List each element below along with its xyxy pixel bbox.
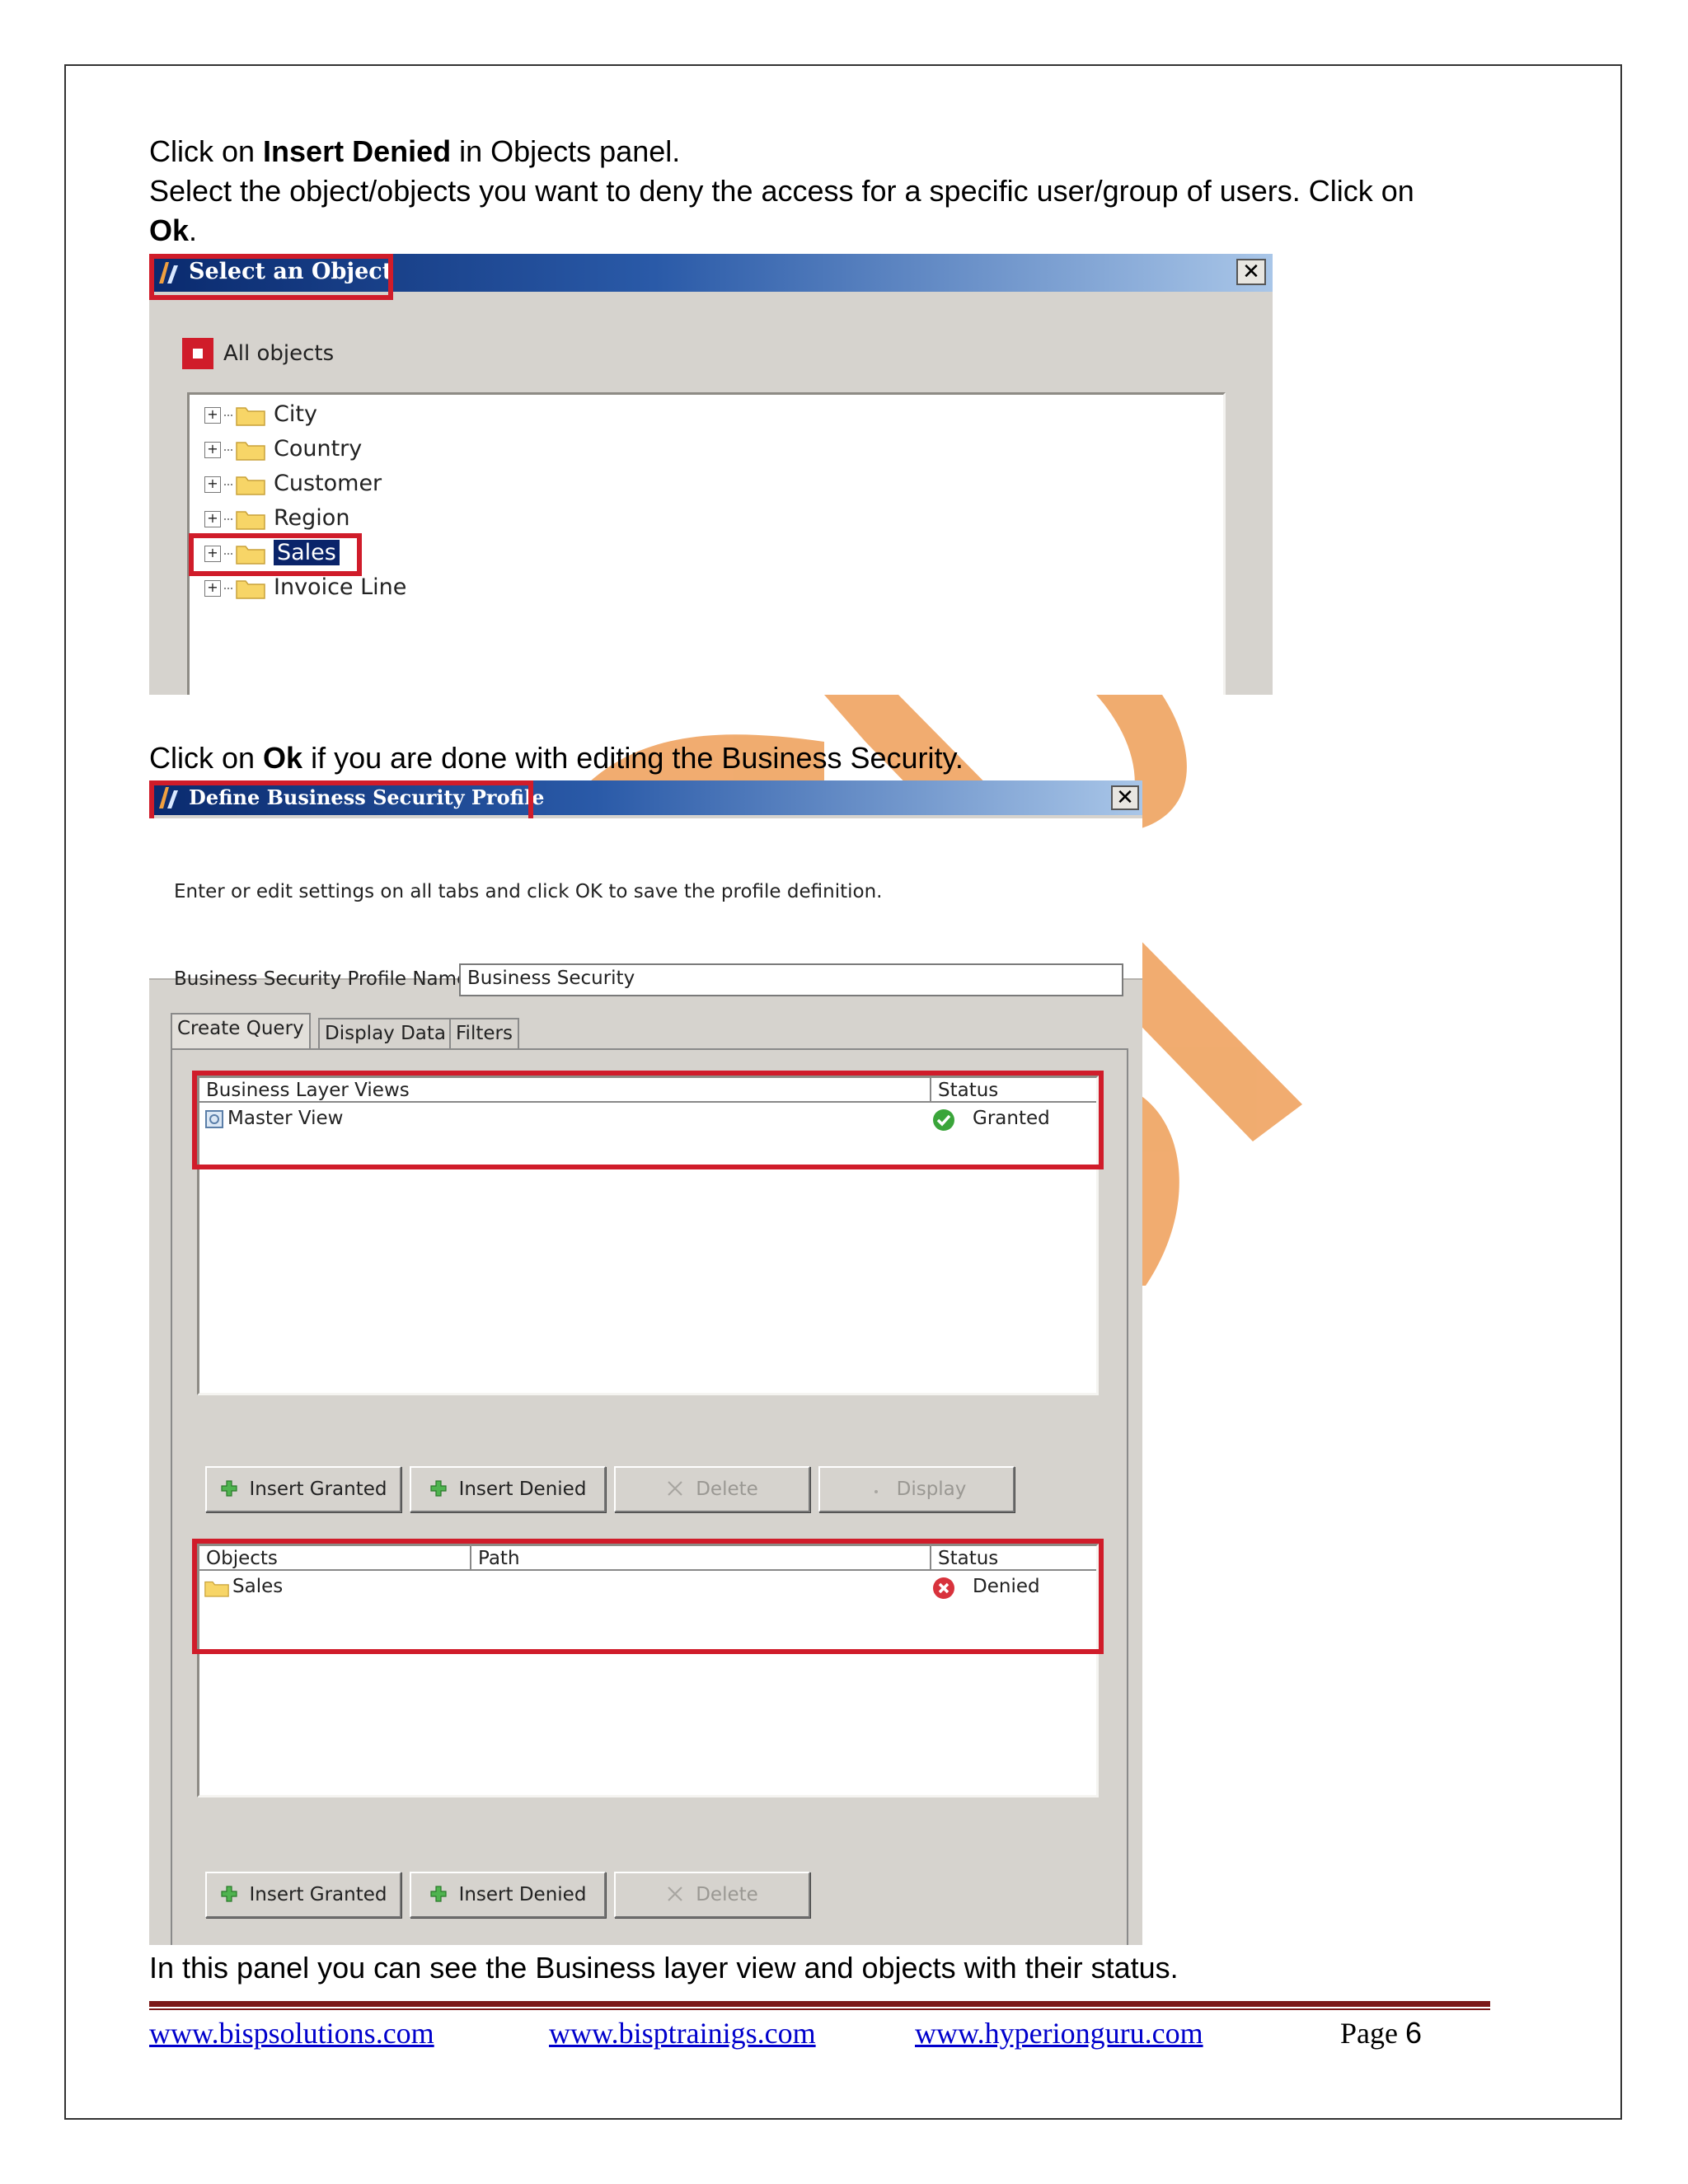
tree-item-customer[interactable]: + Customer [204, 467, 382, 500]
sales-highlight [189, 533, 362, 576]
expand-icon[interactable]: + [204, 476, 221, 493]
instruction-banner: Enter or edit settings on all tabs and c… [149, 818, 1142, 980]
define-profile-dialog: Define Business Security Profile ✕ Enter… [149, 780, 1142, 1945]
title-highlight [149, 254, 393, 300]
folder-icon [236, 509, 265, 530]
close-button[interactable]: ✕ [1236, 259, 1266, 285]
footer-link-bisptrainings[interactable]: www.bisptrainigs.com [549, 2016, 816, 2050]
footer-rule [149, 2001, 1490, 2007]
select-object-dialog: Select an Object ✕ All objects + City + Co… [149, 254, 1273, 695]
footer-rule-thin [149, 2008, 1490, 2010]
ok-instruction: Click on Ok if you are done with editing… [149, 741, 964, 775]
plus-icon [429, 1885, 447, 1902]
delete-x-icon [668, 1480, 682, 1496]
delete-button[interactable]: Delete [614, 1466, 810, 1512]
profile-name-input[interactable]: Business Security [459, 963, 1123, 996]
expand-icon[interactable]: + [204, 510, 221, 527]
instruction-line-3: Ok. [149, 213, 198, 247]
objects-highlight [192, 1539, 1104, 1654]
expand-icon[interactable]: + [204, 441, 221, 458]
instruction-line-2: Select the object/objects you want to de… [149, 174, 1414, 208]
close-button[interactable]: ✕ [1111, 785, 1139, 810]
views-highlight [192, 1071, 1104, 1169]
page-number: Page 6 [1340, 2016, 1423, 2050]
expand-icon[interactable]: + [204, 579, 221, 597]
tree-item-region[interactable]: + Region [204, 502, 349, 535]
tree-item-country[interactable]: + Country [204, 433, 362, 466]
tree-item-invoice-line[interactable]: + Invoice Line [204, 571, 406, 604]
tab-display-data[interactable]: Display Data [318, 1018, 453, 1049]
banner-instruction: Enter or edit settings on all tabs and c… [174, 881, 883, 902]
tree-item-city[interactable]: + City [204, 398, 317, 431]
checkbox-mark-icon [193, 349, 203, 359]
folder-icon [236, 474, 265, 495]
display-icon [874, 1489, 878, 1493]
delete-x-icon [668, 1886, 682, 1901]
insert-denied-button[interactable]: Insert Denied [410, 1466, 606, 1512]
tab-create-query[interactable]: Create Query [171, 1013, 311, 1049]
all-objects-checkbox[interactable] [182, 338, 213, 369]
insert-granted-button[interactable]: Insert Granted [205, 1466, 401, 1512]
folder-icon [236, 405, 265, 426]
instruction-line-1: Click on Insert Denied in Objects panel. [149, 134, 681, 168]
insert-granted-button[interactable]: Insert Granted [205, 1872, 401, 1918]
plus-icon [220, 1885, 237, 1902]
display-button[interactable]: Display [818, 1466, 1015, 1512]
profile-name-label: Business Security Profile Name [174, 968, 469, 990]
plus-icon [429, 1479, 447, 1497]
closing-text: In this panel you can see the Business l… [149, 1951, 1179, 1985]
plus-icon [220, 1479, 237, 1497]
folder-icon [236, 578, 265, 599]
footer-link-hyperionguru[interactable]: www.hyperionguru.com [915, 2016, 1203, 2050]
footer-link-bispsolutions[interactable]: www.bispsolutions.com [149, 2016, 434, 2050]
delete-button[interactable]: Delete [614, 1872, 810, 1918]
insert-denied-button[interactable]: Insert Denied [410, 1872, 606, 1918]
folder-icon [236, 439, 265, 461]
expand-icon[interactable]: + [204, 406, 221, 424]
all-objects-label: All objects [223, 341, 335, 366]
tab-filters[interactable]: Filters [449, 1018, 519, 1049]
